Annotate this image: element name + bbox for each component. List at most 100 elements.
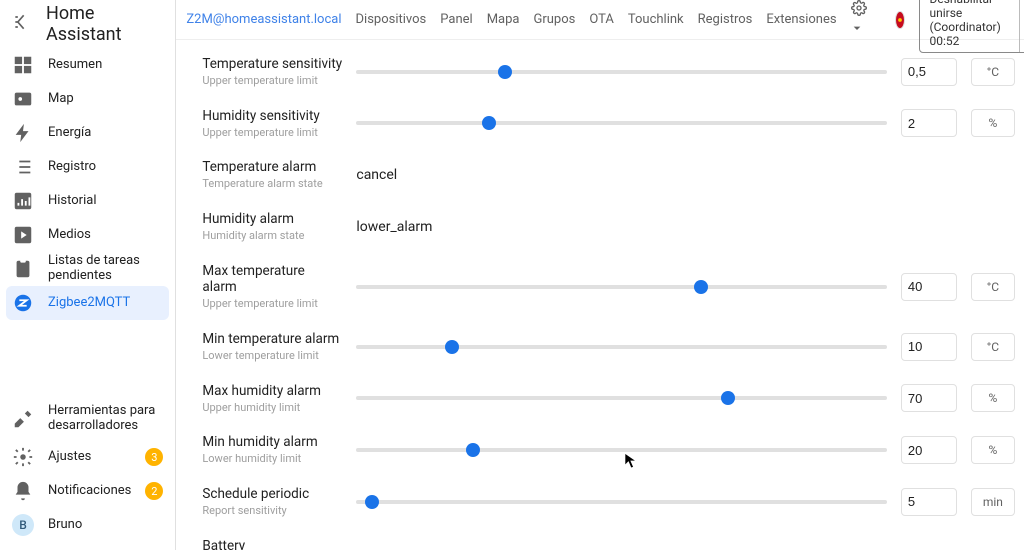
sidebar-item-zigbee2mqtt[interactable]: Zigbee2MQTT [6,286,169,320]
energy-icon [12,122,34,144]
content[interactable]: Temperature sensitivityUpper temperature… [176,40,1024,550]
zigbee-icon [12,292,34,314]
setting-subtitle: Upper temperature limit [202,74,342,88]
unit-label: % [971,109,1015,137]
setting-subtitle: Humidity alarm state [202,229,342,243]
setting-row: Max humidity alarmUpper humidity limit% [202,373,1015,425]
slider[interactable] [356,500,887,504]
setting-row: Max temperature alarmUpper temperature l… [202,253,1015,322]
setting-subtitle: Upper temperature limit [202,126,342,140]
bell-icon [12,480,34,502]
setting-row: Schedule periodicReport sensitivity min [202,476,1015,528]
setting-label-group: Temperature alarmTemperature alarm state [202,159,342,191]
dashboard-icon [12,54,34,76]
setting-subtitle: Temperature alarm state [202,177,342,191]
setting-row: Humidity sensitivityUpper temperature li… [202,98,1015,150]
slider-thumb[interactable] [498,65,512,79]
play-icon [12,224,34,246]
slider[interactable] [356,448,887,452]
slider-thumb[interactable] [445,340,459,354]
sidebar-item-registro[interactable]: Registro [0,150,175,184]
setting-row: BatteryRemaining battery in %, can take … [202,528,1015,550]
slider[interactable] [356,396,887,400]
sidebar-item-ajustes[interactable]: Ajustes 3 [0,440,175,474]
tab-dispositivos[interactable]: Dispositivos [356,12,427,27]
hammer-icon [12,408,34,430]
unit-label: % [971,384,1015,412]
value-input[interactable] [901,109,957,137]
app-title: Home Assistant [46,3,163,45]
chevron-down-icon [1020,8,1024,32]
sidebar-item-user[interactable]: B Bruno [0,508,175,542]
sidebar-item-devtools[interactable]: Herramientas para desarrolladores [0,398,175,440]
tab-mapa[interactable]: Mapa [487,12,520,27]
setting-subtitle: Lower humidity limit [202,452,342,466]
sidebar-list: Resumen Map Energía Registro Historial M… [0,48,175,398]
sidebar: Home Assistant Resumen Map Energía Regis… [0,0,176,550]
slider-thumb[interactable] [466,443,480,457]
sidebar-item-notificaciones[interactable]: Notificaciones 2 [0,474,175,508]
menu-icon[interactable] [12,12,32,36]
settings-badge: 3 [145,448,163,466]
unit-label: °C [971,58,1015,86]
setting-subtitle: Report sensitivity [202,504,342,518]
unit-label: % [971,436,1015,464]
breadcrumb[interactable]: Z2M@homeassistant.local [186,12,341,27]
slider[interactable] [356,285,887,289]
tab-panel[interactable]: Panel [440,12,472,27]
slider[interactable] [356,70,887,74]
list-icon [12,156,34,178]
settings-gear-icon[interactable] [851,0,867,40]
setting-label-group: Schedule periodicReport sensitivity [202,486,342,518]
map-marker-icon [12,88,34,110]
language-flag-icon[interactable] [895,11,905,29]
value-input[interactable] [901,488,957,516]
value-input[interactable] [901,436,957,464]
sidebar-item-historial[interactable]: Historial [0,184,175,218]
setting-title: Temperature sensitivity [202,56,342,73]
tab-extensiones[interactable]: Extensiones [766,12,836,27]
setting-subtitle: Upper humidity limit [202,401,342,415]
sidebar-item-map[interactable]: Map [0,82,175,116]
sidebar-item-tareas[interactable]: Listas de tareas pendientes [0,252,175,286]
value-input[interactable] [901,384,957,412]
unit-label: min [971,488,1015,516]
notifications-badge: 2 [145,482,163,500]
setting-row: Temperature alarmTemperature alarm state… [202,149,1015,201]
chart-icon [12,190,34,212]
sidebar-item-medios[interactable]: Medios [0,218,175,252]
value-input[interactable] [901,333,957,361]
setting-title: Min humidity alarm [202,434,342,451]
topbar: Z2M@homeassistant.local Dispositivos Pan… [176,0,1024,40]
setting-title: Temperature alarm [202,159,342,176]
setting-title: Humidity sensitivity [202,108,342,125]
slider-thumb[interactable] [721,391,735,405]
value-input[interactable] [901,58,957,86]
setting-row: Min temperature alarmLower temperature l… [202,321,1015,373]
setting-subtitle: Lower temperature limit [202,349,342,363]
slider[interactable] [356,345,887,349]
sidebar-item-resumen[interactable]: Resumen [0,48,175,82]
unit-label: °C [971,333,1015,361]
slider-thumb[interactable] [482,116,496,130]
gear-icon [12,446,34,468]
setting-label-group: Humidity sensitivityUpper temperature li… [202,108,342,140]
setting-label-group: Temperature sensitivityUpper temperature… [202,56,342,88]
setting-row: Temperature sensitivityUpper temperature… [202,46,1015,98]
tab-registros[interactable]: Registros [698,12,753,27]
setting-row: Min humidity alarmLower humidity limit% [202,424,1015,476]
sidebar-item-energia[interactable]: Energía [0,116,175,150]
tab-ota[interactable]: OTA [589,12,614,27]
setting-title: Battery [202,538,342,550]
setting-text-value: lower_alarm [356,219,1015,235]
tab-touchlink[interactable]: Touchlink [628,12,684,27]
slider-thumb[interactable] [694,280,708,294]
sidebar-header: Home Assistant [0,0,175,48]
setting-label-group: Max humidity alarmUpper humidity limit [202,383,342,415]
value-input[interactable] [901,273,957,301]
slider-thumb[interactable] [365,495,379,509]
setting-row: Humidity alarmHumidity alarm statelower_… [202,201,1015,253]
slider[interactable] [356,121,887,125]
tab-grupos[interactable]: Grupos [533,12,575,27]
setting-title: Max humidity alarm [202,383,342,400]
